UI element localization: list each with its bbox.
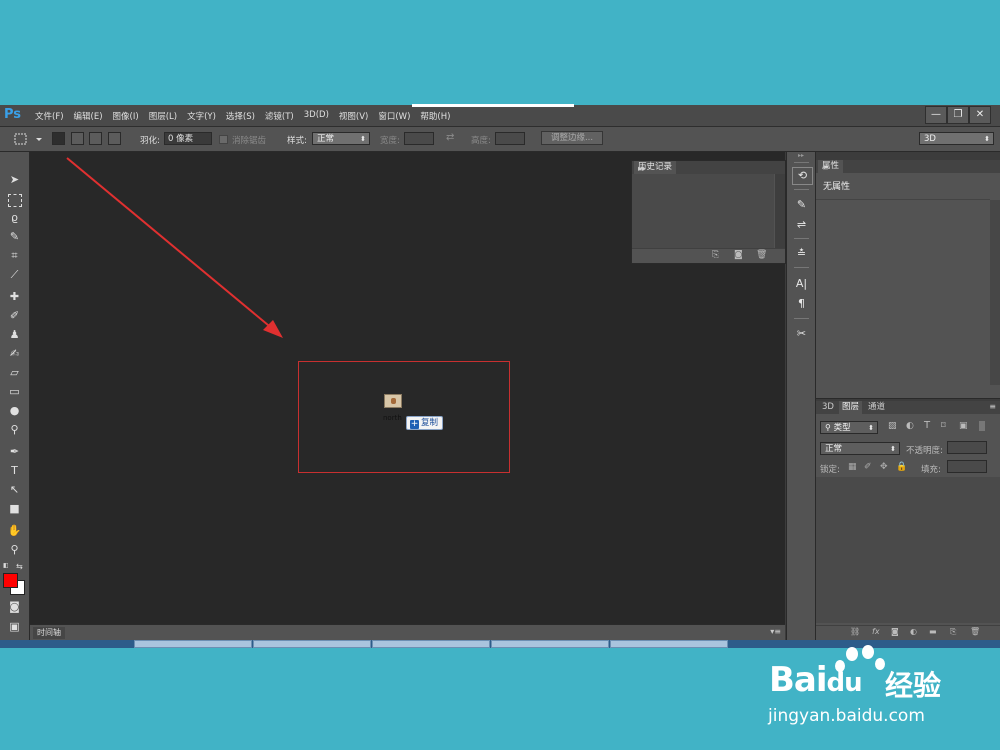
dragged-file-thumbnail[interactable]	[384, 394, 402, 408]
taskbar-button[interactable]	[134, 640, 252, 648]
thumbnail-image	[391, 398, 396, 404]
taskbar-button[interactable]	[610, 640, 728, 648]
watermark-brand-cn: 经验	[885, 669, 942, 702]
taskbar-button[interactable]	[372, 640, 490, 648]
watermark-brand: Bai	[769, 660, 828, 700]
copy-tooltip: + 复制	[406, 416, 444, 430]
plus-icon: +	[410, 419, 419, 429]
watermark-brand-paw: du	[826, 668, 863, 698]
watermark-url: jingyan.baidu.com	[768, 706, 925, 726]
drop-target-outline	[298, 361, 510, 473]
dragged-file-name: north	[383, 414, 402, 422]
taskbar-button[interactable]	[253, 640, 371, 648]
copy-label: 复制	[421, 418, 439, 428]
taskbar-button[interactable]	[491, 640, 609, 648]
